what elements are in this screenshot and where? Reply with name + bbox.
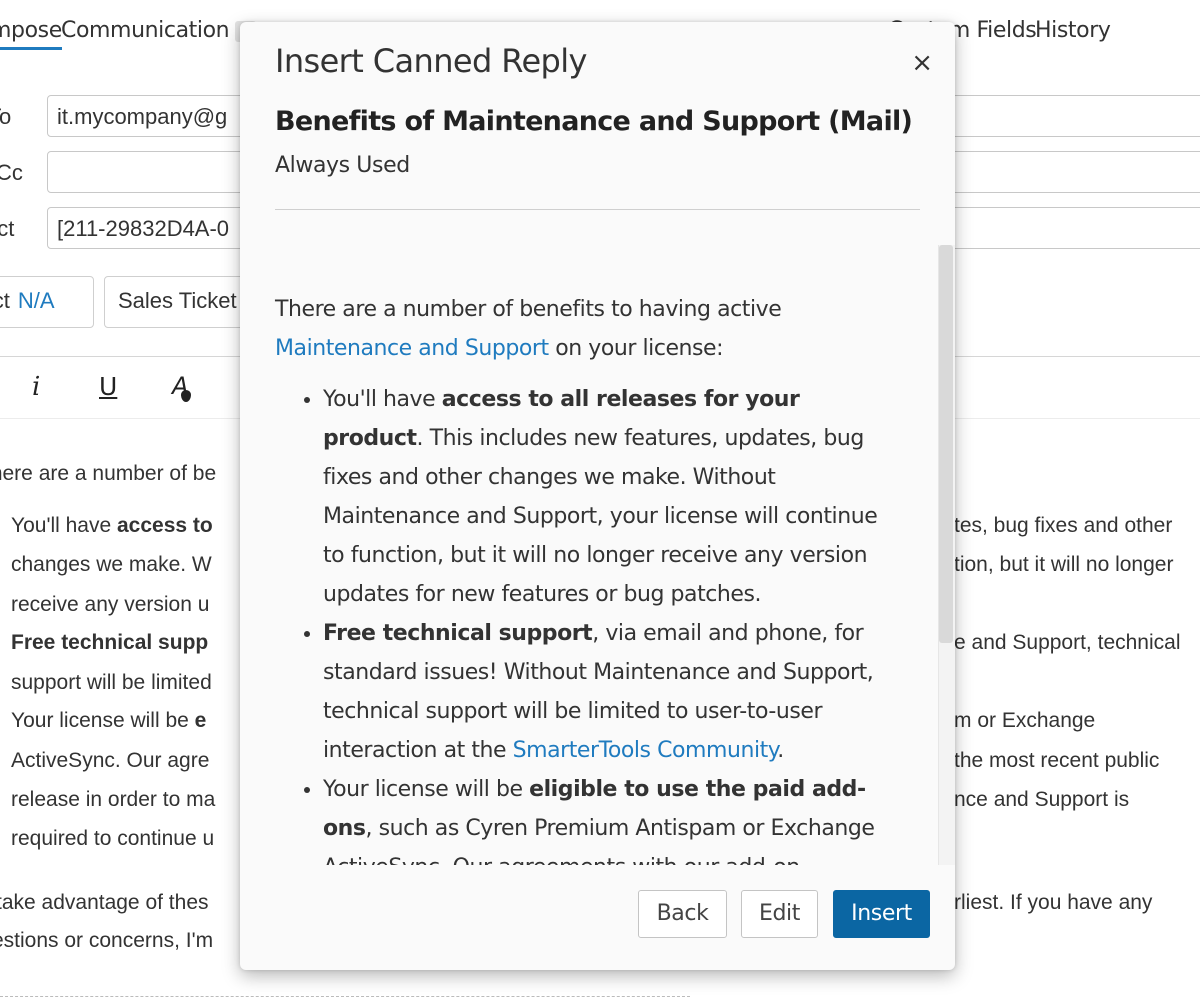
close-icon[interactable]: × — [911, 50, 933, 76]
body-line: Free technical supp — [11, 631, 209, 654]
preview-content: There are a number of benefits to having… — [275, 290, 895, 865]
benefits-list: You'll have access to all releases for y… — [275, 380, 895, 865]
body-line: the most recent public — [954, 749, 1160, 772]
tab-communication-label: Communication — [61, 18, 230, 43]
body-line: tes, bug fixes and other — [954, 514, 1173, 537]
product-value: N/A — [17, 288, 55, 313]
body-text: Your license will be — [11, 709, 195, 732]
list-item: Free technical support, via email and ph… — [323, 614, 895, 770]
item-text: You'll have — [323, 387, 442, 412]
canned-reply-name: Benefits of Maintenance and Support (Mai… — [275, 106, 913, 137]
edit-button[interactable]: Edit — [741, 890, 818, 938]
dialog-title: Insert Canned Reply — [275, 42, 587, 80]
canned-reply-usage: Always Used — [275, 153, 410, 178]
back-button[interactable]: Back — [638, 890, 727, 938]
body-line: take advantage of thes — [0, 891, 209, 914]
body-line: m or Exchange — [954, 709, 1096, 732]
intro-text: There are a number of benefits to having… — [275, 297, 782, 322]
tab-communication[interactable]: Communication3 — [61, 18, 257, 43]
item-text: . — [777, 738, 784, 763]
body-line: receive any version u — [11, 593, 210, 616]
body-line: nce and Support is — [954, 788, 1130, 811]
preview-scrollbar[interactable] — [938, 245, 955, 865]
smartertools-community-link[interactable]: SmarterTools Community — [513, 738, 778, 763]
item-text: . This includes new features, updates, b… — [323, 426, 878, 607]
item-text: , such as Cyren Premium Antispam or Exch… — [323, 816, 875, 865]
body-line: estions or concerns, I'm — [0, 929, 214, 952]
item-bold-text: Free technical support — [323, 621, 593, 646]
intro-tail: on your license: — [548, 336, 724, 361]
tab-compose[interactable]: Compose — [0, 18, 62, 50]
insert-canned-reply-dialog: Insert Canned Reply × Benefits of Mainte… — [240, 22, 955, 970]
sales-ticket-label: Sales Ticket — [118, 288, 237, 313]
body-line: tion, but it will no longer — [954, 553, 1174, 576]
color-drop-icon — [181, 390, 191, 402]
canned-reply-preview[interactable]: There are a number of benefits to having… — [240, 245, 955, 865]
list-item: You'll have access to all releases for y… — [323, 380, 895, 614]
body-line: Your license will be e — [11, 709, 206, 733]
editor-bottom-border — [0, 996, 690, 997]
body-line: rliest. If you have any — [954, 891, 1153, 914]
subject-label: Subject — [0, 216, 15, 241]
to-label: To — [0, 104, 12, 129]
body-line: ActiveSync. Our agre — [11, 749, 210, 772]
body-bold-text: e — [194, 709, 207, 732]
item-text: Your license will be — [323, 777, 530, 802]
list-item: Your license will be eligible to use the… — [323, 770, 895, 865]
scrollbar-thumb[interactable] — [939, 245, 953, 643]
insert-button[interactable]: Insert — [833, 890, 930, 938]
tab-history[interactable]: History — [1035, 18, 1111, 43]
body-line: There are a number of be — [0, 462, 217, 485]
body-line: changes we make. W — [11, 553, 212, 576]
cc-label: Cc — [0, 160, 23, 185]
body-line: You'll have access to — [11, 514, 213, 538]
product-selector[interactable]: Product N/A — [0, 276, 94, 328]
body-line: support will be limited — [11, 671, 212, 694]
body-text: You'll have — [11, 514, 117, 537]
italic-icon[interactable]: i — [32, 372, 40, 402]
body-bold-text: access to — [116, 514, 213, 537]
maintenance-support-link[interactable]: Maintenance and Support — [275, 336, 549, 361]
product-label: Product — [0, 288, 10, 313]
intro-paragraph: There are a number of benefits to having… — [275, 290, 895, 368]
underline-icon[interactable]: U — [99, 372, 117, 401]
font-color-icon[interactable]: A — [172, 372, 191, 402]
body-line: release in order to ma — [11, 788, 216, 811]
body-line: e and Support, technical — [954, 631, 1181, 654]
dialog-divider — [275, 209, 920, 210]
body-line: required to continue u — [11, 827, 215, 850]
